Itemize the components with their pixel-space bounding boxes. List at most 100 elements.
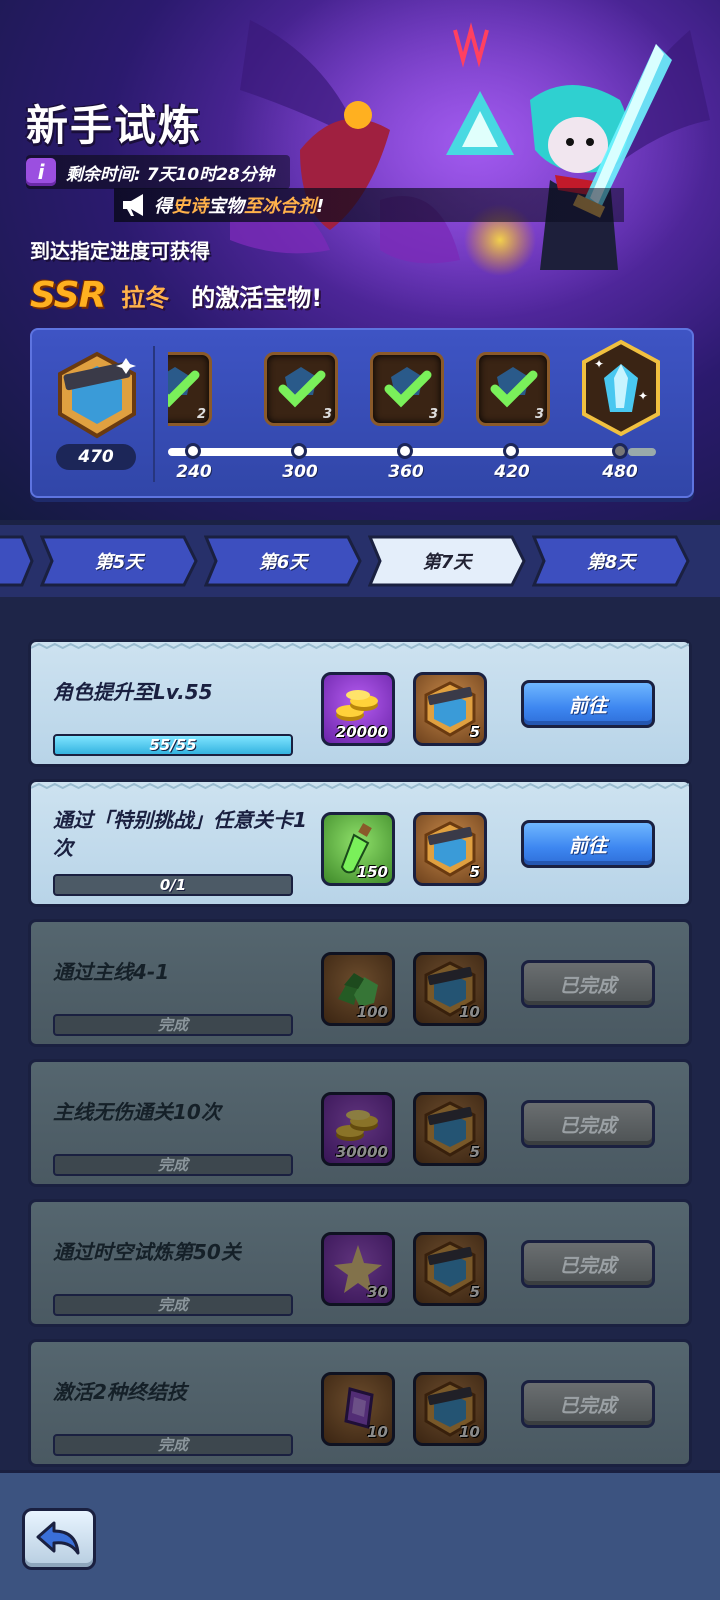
megaphone-icon bbox=[114, 188, 154, 222]
task-name: 角色提升至Lv.55 bbox=[53, 680, 213, 704]
reward-qty: 150 bbox=[356, 863, 388, 881]
reward-slot[interactable]: 5 bbox=[413, 1092, 487, 1166]
announcement-highlight-item: 至冰合剂 bbox=[244, 196, 316, 217]
milestone-dot-locked bbox=[612, 443, 628, 459]
task-progress-bar: 完成 bbox=[53, 1294, 293, 1316]
ssr-reward-suffix: 的激活宝物! bbox=[191, 283, 323, 312]
milestone-qty: 3 bbox=[322, 407, 332, 422]
completed-button: 已完成 bbox=[521, 1100, 655, 1148]
day-tabs: 第5天 第6天 第7天 第8天 bbox=[0, 525, 720, 597]
milestone-reward-3[interactable]: 3 bbox=[370, 352, 444, 426]
milestone-dot bbox=[397, 443, 413, 459]
milestone-dot bbox=[503, 443, 519, 459]
tab-day-5[interactable]: 第5天 bbox=[40, 535, 198, 587]
reward-slot[interactable]: 30 bbox=[321, 1232, 395, 1306]
card-zigzag-decoration bbox=[31, 642, 689, 650]
milestone-threshold: 360 bbox=[388, 462, 424, 482]
tab-label: 第6天 bbox=[258, 552, 308, 573]
completed-button: 已完成 bbox=[521, 1240, 655, 1288]
task-progress-bar: 0/1 bbox=[53, 874, 293, 896]
task-progress-bar: 完成 bbox=[53, 1434, 293, 1456]
tab-label: 第5天 bbox=[94, 552, 144, 573]
reward-qty: 5 bbox=[469, 1283, 480, 1301]
task-card: 通过「特别挑战」任意关卡1次 0/1 150 5 前往 bbox=[28, 779, 692, 907]
page-title: 新手试炼 bbox=[26, 101, 203, 150]
svg-text:✦: ✦ bbox=[638, 389, 648, 403]
task-card: 通过时空试炼第50关 完成 30 5 已完成 bbox=[28, 1199, 692, 1327]
reward-qty: 10 bbox=[459, 1423, 480, 1441]
progress-hint: 到达指定进度可获得 bbox=[30, 239, 210, 263]
reward-slot[interactable]: 150 bbox=[321, 812, 395, 886]
shield-token-icon bbox=[58, 351, 136, 439]
milestone-reward-2[interactable]: 3 bbox=[264, 352, 338, 426]
announcement-prefix: 得 bbox=[154, 196, 172, 217]
milestone-qty: 2 bbox=[196, 407, 206, 422]
reward-slot[interactable]: 10 bbox=[413, 1372, 487, 1446]
reward-slot[interactable]: 20000 bbox=[321, 672, 395, 746]
card-zigzag-decoration bbox=[31, 782, 689, 790]
reward-qty: 30 bbox=[367, 1283, 388, 1301]
reward-qty: 5 bbox=[469, 1143, 480, 1161]
reward-qty: 10 bbox=[367, 1423, 388, 1441]
back-button[interactable] bbox=[22, 1508, 96, 1570]
completed-button: 已完成 bbox=[521, 1380, 655, 1428]
reward-qty: 5 bbox=[469, 863, 480, 881]
tab-day-7[interactable]: 第7天 bbox=[368, 535, 526, 587]
ssr-reward-line: SSR 拉冬 的激活宝物! bbox=[30, 275, 323, 316]
task-progress-bar: 完成 bbox=[53, 1154, 293, 1176]
current-points: 470 bbox=[56, 444, 136, 470]
milestone-threshold: 300 bbox=[282, 462, 318, 482]
ice-artifact-final-reward[interactable]: ✦ ✦ bbox=[580, 338, 662, 438]
task-progress-text: 完成 bbox=[157, 1296, 188, 1314]
remaining-time: 剩余时间: 7天10时28分钟 bbox=[66, 164, 274, 185]
announcement-highlight-rarity: 史诗 bbox=[172, 196, 208, 217]
milestone-dot bbox=[291, 443, 307, 459]
go-button[interactable]: 前往 bbox=[521, 680, 655, 728]
milestone-threshold: 240 bbox=[176, 462, 212, 482]
reward-qty: 100 bbox=[356, 1003, 388, 1021]
task-progress-text: 55/55 bbox=[149, 736, 197, 754]
task-progress-bar: 完成 bbox=[53, 1014, 293, 1036]
task-card: 激活2种终结技 完成 10 10 已完成 bbox=[28, 1339, 692, 1467]
reward-slot[interactable]: 5 bbox=[413, 672, 487, 746]
milestone-threshold: 420 bbox=[494, 462, 530, 482]
milestone-track[interactable]: 2 3 3 3 ✦ ✦ 240 300 360 420 480 bbox=[168, 330, 692, 496]
info-icon[interactable]: i bbox=[26, 158, 56, 186]
reward-slot[interactable]: 5 bbox=[413, 1232, 487, 1306]
milestone-reward-1[interactable]: 2 bbox=[168, 352, 212, 426]
reward-slot[interactable]: 10 bbox=[413, 952, 487, 1026]
task-name: 通过主线4-1 bbox=[53, 960, 170, 984]
tab-day-6[interactable]: 第6天 bbox=[204, 535, 362, 587]
task-card: 通过主线4-1 完成 100 10 已完成 bbox=[28, 919, 692, 1047]
hero-name: 拉冬 bbox=[121, 283, 170, 312]
tab-day-8[interactable]: 第8天 bbox=[532, 535, 690, 587]
reward-slot[interactable]: 100 bbox=[321, 952, 395, 1026]
task-name: 激活2种终结技 bbox=[53, 1380, 187, 1404]
task-progress-text: 完成 bbox=[157, 1156, 188, 1174]
event-banner: 新手试炼 i 剩余时间: 7天10时28分钟 得史诗宝物至冰合剂! 到达指定进度… bbox=[0, 0, 720, 520]
announcement-suffix: ! bbox=[316, 196, 325, 217]
bottom-bar bbox=[0, 1470, 720, 1600]
tab-previous-partial[interactable] bbox=[0, 535, 34, 587]
reward-slot[interactable]: 5 bbox=[413, 812, 487, 886]
task-list[interactable]: 角色提升至Lv.55 55/55 20000 5 前往 通过「特别挑战」任意关卡… bbox=[0, 597, 720, 1470]
task-name: 通过「特别挑战」任意关卡1次 bbox=[53, 808, 307, 860]
tab-label: 第7天 bbox=[422, 552, 472, 573]
task-name: 主线无伤通关10次 bbox=[53, 1100, 221, 1124]
back-arrow-icon bbox=[36, 1521, 80, 1555]
milestone-panel: 470 2 3 3 3 ✦ ✦ 240 300 360 420 480 bbox=[30, 328, 694, 498]
reward-qty: 20000 bbox=[335, 723, 388, 741]
milestone-qty: 3 bbox=[534, 407, 544, 422]
reward-slot[interactable]: 30000 bbox=[321, 1092, 395, 1166]
task-progress-text: 完成 bbox=[157, 1436, 188, 1454]
divider bbox=[153, 346, 155, 482]
svg-text:✦: ✦ bbox=[594, 357, 604, 371]
task-progress-text: 0/1 bbox=[159, 876, 187, 894]
task-progress-bar: 55/55 bbox=[53, 734, 293, 756]
reward-qty: 30000 bbox=[335, 1143, 388, 1161]
milestone-reward-4[interactable]: 3 bbox=[476, 352, 550, 426]
reward-slot[interactable]: 10 bbox=[321, 1372, 395, 1446]
milestone-progress-remaining bbox=[628, 448, 656, 456]
milestone-qty: 3 bbox=[428, 407, 438, 422]
go-button[interactable]: 前往 bbox=[521, 820, 655, 868]
